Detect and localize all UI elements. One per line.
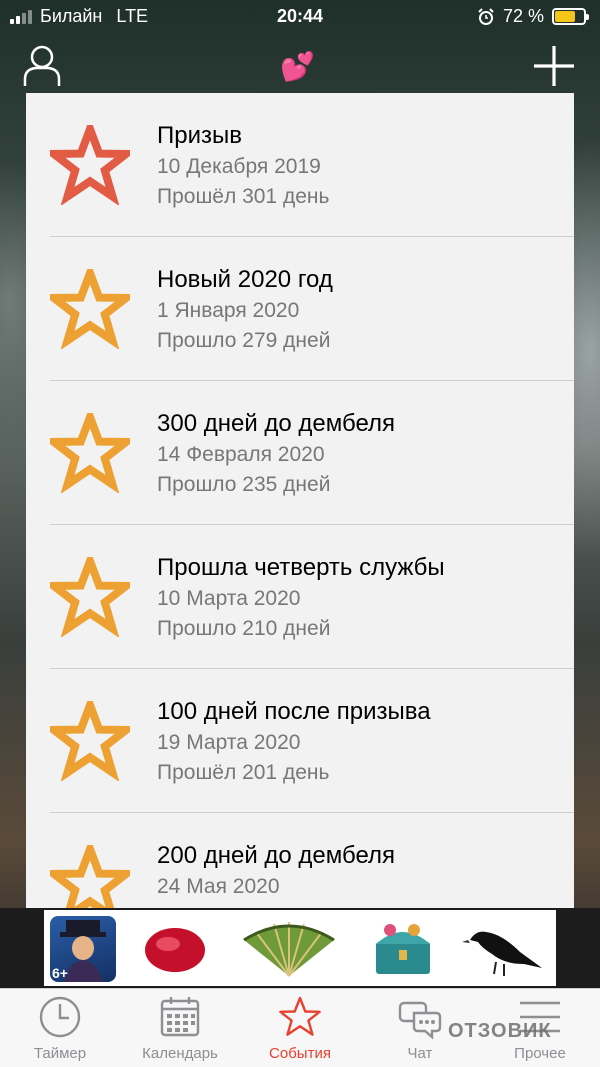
tab-label: События [269, 1045, 331, 1062]
event-title: 100 дней после призыва [157, 698, 431, 725]
tab-label: Календарь [142, 1045, 218, 1062]
star-icon [279, 996, 321, 1036]
hearts-icon[interactable]: 💕 [280, 50, 315, 83]
event-date: 10 Марта 2020 [157, 587, 301, 610]
user-icon[interactable] [22, 44, 62, 88]
calendar-icon [160, 997, 200, 1037]
star-icon [50, 269, 130, 349]
plus-icon[interactable] [532, 44, 576, 88]
chat-icon [398, 1001, 442, 1039]
tab-label: Таймер [33, 1045, 87, 1062]
event-row[interactable]: Прошла четверть службы 10 Марта 2020 Прошл… [26, 525, 574, 669]
chest-icon [376, 924, 430, 974]
event-row[interactable]: 100 дней после призыва 19 Марта 2020 Прошё… [26, 669, 574, 813]
ruby-icon [145, 928, 205, 972]
ad-banner-bar: 6+ [0, 908, 600, 988]
game-icon: 6+ [50, 916, 116, 982]
status-bar: Билайн LTE 20:44 72 % [0, 0, 600, 34]
event-elapsed: Прошло 279 дней [157, 329, 331, 352]
event-date: 14 Февраля 2020 [157, 443, 325, 466]
battery-icon [552, 8, 589, 25]
event-date: 19 Марта 2020 [157, 731, 301, 754]
event-title: Прошла четверть службы [157, 554, 445, 581]
event-row[interactable]: 300 дней до дембеля 14 Февраля 2020 Прошло… [26, 381, 574, 525]
events-list[interactable]: Призыв 10 Декабря 2019 Прошёл 301 день Новы… [26, 93, 574, 908]
event-date: 10 Декабря 2019 [157, 155, 321, 178]
tab-label: Прочее [514, 1045, 566, 1062]
clock-icon [39, 996, 81, 1038]
event-title: Призыв [157, 122, 243, 149]
tab-timer[interactable]: Таймер [0, 995, 120, 1062]
star-icon [50, 413, 130, 493]
event-title: 200 дней до дембеля [157, 842, 396, 869]
star-icon [50, 845, 130, 908]
star-icon [50, 125, 130, 205]
star-icon [50, 557, 130, 637]
star-icon [50, 701, 130, 781]
event-elapsed: Прошло 210 дней [157, 617, 331, 640]
tab-calendar[interactable]: Календарь [120, 995, 240, 1062]
event-elapsed: Прошло 235 дней [157, 473, 331, 496]
event-date: 1 Января 2020 [157, 299, 300, 322]
event-elapsed: Прошёл 201 день [157, 761, 330, 784]
event-title: Новый 2020 год [157, 266, 333, 293]
watermark: ОТЗОВИК [448, 1020, 552, 1042]
battery-percent: 72 % [502, 6, 544, 26]
event-row[interactable]: Призыв 10 Декабря 2019 Прошёл 301 день [26, 93, 574, 237]
event-row[interactable]: 200 дней до дембеля 24 Мая 2020 [26, 813, 574, 908]
event-row[interactable]: Новый 2020 год 1 Января 2020 Прошло 279 дн… [26, 237, 574, 381]
tab-label: Чат [407, 1045, 433, 1062]
alarm-icon [478, 7, 494, 25]
raven-icon [462, 931, 542, 976]
ad-banner[interactable]: 6+ [44, 910, 556, 986]
tab-events[interactable]: События [240, 995, 360, 1062]
event-elapsed: Прошёл 301 день [157, 185, 330, 208]
event-title: 300 дней до дембеля [157, 410, 396, 437]
age-rating: 6+ [52, 965, 68, 981]
event-date: 24 Мая 2020 [157, 875, 280, 898]
fan-icon [243, 922, 335, 977]
